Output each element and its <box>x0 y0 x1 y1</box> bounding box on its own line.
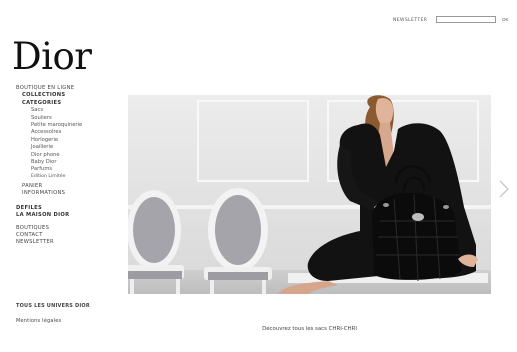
nav-category-sacs[interactable]: Sacs <box>16 107 122 114</box>
chevron-right-icon <box>499 180 509 198</box>
nav-boutique-en-ligne[interactable]: BOUTIQUE EN LIGNE <box>16 85 122 92</box>
nav-newsletter[interactable]: NEWSLETTER <box>16 239 122 246</box>
sidebar-nav: BOUTIQUE EN LIGNE COLLECTIONS CATEGORIES… <box>16 85 122 247</box>
nav-category-accessoires[interactable]: Accessoires <box>16 129 122 136</box>
nav-panier[interactable]: PANIER <box>16 183 122 190</box>
hero-caption-link[interactable]: Découvrez tous les sacs CHRI-CHRI <box>128 326 491 332</box>
dior-logo[interactable]: Dior <box>12 38 92 75</box>
newsletter-input[interactable] <box>436 16 496 23</box>
newsletter-label: NEWSLETTER <box>393 18 428 23</box>
nav-collections[interactable]: COLLECTIONS <box>16 92 122 99</box>
newsletter-ok-button[interactable]: OK <box>502 17 509 22</box>
nav-categories[interactable]: CATEGORIES <box>16 100 122 107</box>
nav-category-joaillerie[interactable]: Joaillerie <box>16 144 122 151</box>
nav-category-horlogerie[interactable]: Horlogerie <box>16 137 122 144</box>
nav-la-maison-dior[interactable]: LA MAISON DIOR <box>16 212 122 219</box>
hero-photo-chri-chri-bag <box>128 95 491 294</box>
nav-contact[interactable]: CONTACT <box>16 232 122 239</box>
nav-boutiques[interactable]: BOUTIQUES <box>16 225 122 232</box>
hero-image[interactable] <box>128 95 491 294</box>
footer-tous-les-univers-dior[interactable]: TOUS LES UNIVERS DIOR <box>16 303 90 309</box>
nav-category-petite-maroquinerie[interactable]: Petite maroquinerie <box>16 122 122 129</box>
nav-category-dior-phone[interactable]: Dior phone <box>16 152 122 159</box>
nav-category-souliers[interactable]: Souliers <box>16 115 122 122</box>
nav-informations[interactable]: INFORMATIONS <box>16 190 122 197</box>
nav-category-parfums[interactable]: Parfums <box>16 166 122 173</box>
footer-mentions-legales[interactable]: Mentions légales <box>16 318 61 324</box>
nav-category-baby-dior[interactable]: Baby Dior <box>16 159 122 166</box>
nav-defiles[interactable]: DEFILES <box>16 205 122 212</box>
next-slide-button[interactable] <box>497 180 511 198</box>
